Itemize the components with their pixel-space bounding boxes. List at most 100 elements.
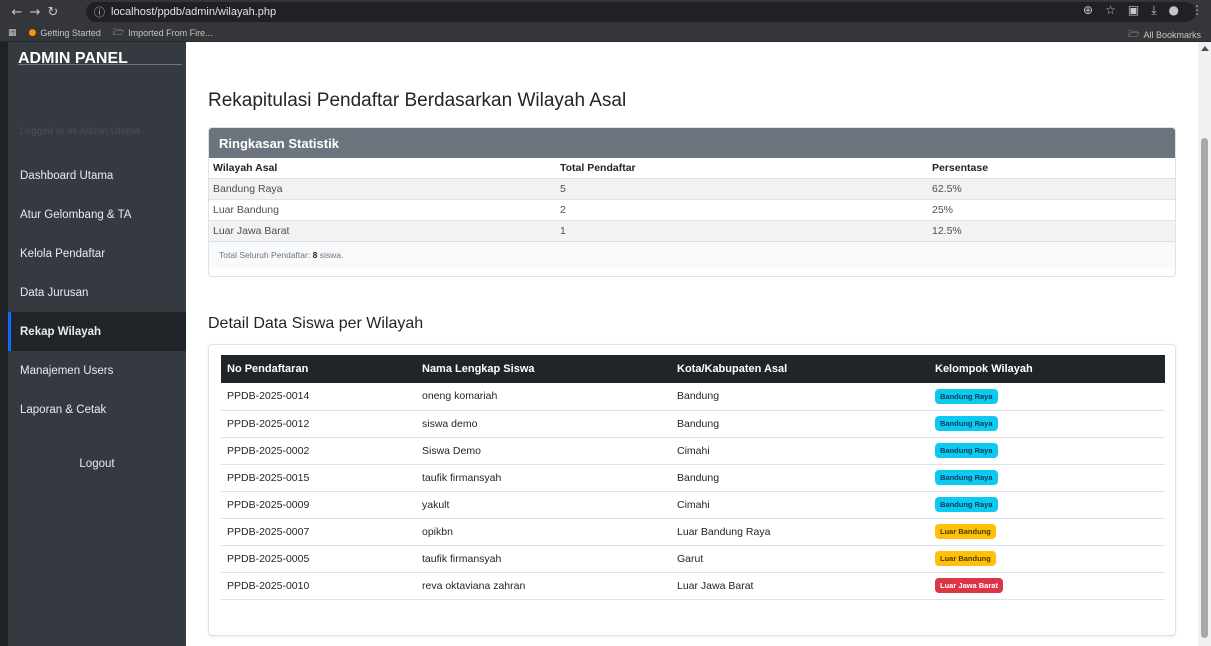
table-cell: PPDB-2025-0009 bbox=[221, 491, 416, 519]
scroll-thumb[interactable] bbox=[1201, 138, 1208, 638]
sidebar-tagline: Logged in as Admin Utama bbox=[20, 126, 141, 137]
summary-footer: Total Seluruh Pendaftar: 8 siswa. bbox=[209, 241, 1175, 268]
table-row: PPDB-2025-0014 oneng komariah Bandung Ba… bbox=[221, 383, 1165, 411]
table-cell: Luar Bandung bbox=[929, 518, 1165, 546]
table-row: Luar Bandung 2 25% bbox=[209, 199, 1175, 221]
all-bookmarks[interactable]: 🗁 All Bookmarks bbox=[1128, 27, 1201, 43]
table-row: PPDB-2025-0007 opikbn Luar Bandung Raya … bbox=[221, 518, 1165, 546]
table-cell: yakult bbox=[416, 491, 671, 519]
table-cell: PPDB-2025-0015 bbox=[221, 464, 416, 492]
table-cell: Luar Jawa Barat bbox=[929, 572, 1165, 600]
status-badge: Bandung Raya bbox=[935, 470, 998, 485]
bookmark-label: Imported From Fire... bbox=[128, 27, 213, 38]
table-cell: taufik firmansyah bbox=[416, 545, 671, 573]
firefox-icon: ● bbox=[28, 27, 37, 38]
sidebar-item-label: Laporan & Cetak bbox=[20, 403, 107, 416]
table-row: PPDB-2025-0010 reva oktaviana zahran Lua… bbox=[221, 572, 1165, 600]
address-bar[interactable]: ⓘ localhost/ppdb/admin/wilayah.php bbox=[86, 2, 1196, 22]
table-row: PPDB-2025-0002 Siswa Demo Cimahi Bandung… bbox=[221, 437, 1165, 465]
table-row: PPDB-2025-0005 taufik firmansyah Garut L… bbox=[221, 545, 1165, 573]
table-header-row: Wilayah Asal Total Pendaftar Persentase bbox=[209, 158, 1175, 179]
main-content: Rekapitulasi Pendaftar Berdasarkan Wilay… bbox=[186, 42, 1198, 646]
bookmarks-bar: ▦ ● Getting Started 🗁 Imported From Fire… bbox=[0, 24, 1211, 42]
table-cell: oneng komariah bbox=[416, 383, 671, 411]
star-icon[interactable]: ☆ bbox=[1105, 3, 1116, 18]
sidebar-item-label: Dashboard Utama bbox=[20, 169, 114, 182]
detail-title: Detail Data Siswa per Wilayah bbox=[208, 315, 424, 332]
summary-card-header: Ringkasan Statistik bbox=[209, 128, 1175, 158]
browser-toolbar: ← → ↻ ⓘ localhost/ppdb/admin/wilayah.php… bbox=[0, 0, 1211, 24]
download-icon[interactable]: ⤓ bbox=[1151, 3, 1156, 18]
table-cell: Bandung bbox=[671, 410, 929, 438]
bookmark-imported[interactable]: 🗁 Imported From Fire... bbox=[113, 25, 213, 41]
sidebar-item-label: Kelola Pendaftar bbox=[20, 247, 106, 260]
folder-icon: 🗁 bbox=[112, 27, 125, 38]
table-cell: Cimahi bbox=[671, 491, 929, 519]
table-cell: PPDB-2025-0012 bbox=[221, 410, 416, 438]
summary-table: Wilayah Asal Total Pendaftar Persentase … bbox=[209, 158, 1175, 242]
profile-icon[interactable]: ● bbox=[1169, 3, 1179, 18]
status-badge: Bandung Raya bbox=[935, 497, 998, 512]
table-row: Bandung Raya 5 62.5% bbox=[209, 178, 1175, 200]
scroll-up-icon[interactable] bbox=[1201, 46, 1209, 51]
extensions-icon[interactable]: ▣ bbox=[1128, 3, 1139, 18]
toolbar-actions: ⊕ ☆ ▣ ⤓ ● ⋮ bbox=[1083, 3, 1203, 18]
table-cell: Luar Bandung bbox=[929, 545, 1165, 573]
table-cell: Bandung bbox=[671, 464, 929, 492]
table-cell: Cimahi bbox=[671, 437, 929, 465]
zoom-icon[interactable]: ⊕ bbox=[1083, 3, 1093, 18]
sidebar-item-users[interactable]: Manajemen Users bbox=[8, 351, 186, 390]
table-cell: taufik firmansyah bbox=[416, 464, 671, 492]
table-row: PPDB-2025-0015 taufik firmansyah Bandung… bbox=[221, 464, 1165, 492]
url-text: localhost/ppdb/admin/wilayah.php bbox=[111, 6, 277, 18]
sidebar-item-gelombang[interactable]: Atur Gelombang & TA bbox=[8, 195, 186, 234]
bookmark-getting-started[interactable]: ● Getting Started bbox=[29, 28, 101, 38]
sidebar-item-label: Manajemen Users bbox=[20, 364, 114, 377]
sidebar: Logged in as Admin Utama Dashboard Utama… bbox=[8, 64, 186, 646]
status-badge: Bandung Raya bbox=[935, 388, 998, 404]
table-cell: PPDB-2025-0014 bbox=[221, 383, 416, 411]
brand-title: ADMIN PANEL bbox=[18, 50, 128, 67]
sidebar-item-jurusan[interactable]: Data Jurusan bbox=[8, 273, 186, 312]
table-cell: Bandung Raya bbox=[929, 410, 1165, 438]
summary-card: Ringkasan Statistik Wilayah Asal Total P… bbox=[208, 127, 1176, 277]
table-cell: reva oktaviana zahran bbox=[416, 572, 671, 600]
sidebar-item-pendaftar[interactable]: Kelola Pendaftar bbox=[8, 234, 186, 273]
column-header: Kelompok Wilayah bbox=[929, 355, 1165, 383]
sidebar-item-label: Data Jurusan bbox=[20, 286, 89, 299]
all-bookmarks-label: All Bookmarks bbox=[1143, 30, 1201, 40]
table-cell: Bandung Raya bbox=[209, 178, 556, 200]
column-header: Kota/Kabupaten Asal bbox=[671, 355, 929, 383]
sidebar-item-rekap-wilayah[interactable]: Rekap Wilayah bbox=[8, 312, 186, 351]
column-header: No Pendaftaran bbox=[221, 355, 416, 383]
table-cell: 25% bbox=[928, 199, 1175, 221]
sidebar-item-dashboard[interactable]: Dashboard Utama bbox=[8, 156, 186, 195]
table-cell: PPDB-2025-0005 bbox=[221, 545, 416, 573]
back-icon[interactable]: ← bbox=[8, 5, 26, 20]
column-header: Nama Lengkap Siswa bbox=[416, 355, 671, 383]
table-header-row: No Pendaftaran Nama Lengkap Siswa Kota/K… bbox=[221, 355, 1165, 383]
status-badge: Bandung Raya bbox=[935, 416, 998, 431]
page-scrollbar[interactable] bbox=[1198, 42, 1211, 646]
table-cell: PPDB-2025-0007 bbox=[221, 518, 416, 546]
sidebar-item-label: Rekap Wilayah bbox=[20, 325, 102, 338]
column-header: Total Pendaftar bbox=[556, 158, 928, 179]
table-cell: Siswa Demo bbox=[416, 437, 671, 465]
sidebar-item-label: Atur Gelombang & TA bbox=[20, 208, 132, 221]
table-cell: 12.5% bbox=[928, 220, 1175, 242]
detail-card: No Pendaftaran Nama Lengkap Siswa Kota/K… bbox=[208, 344, 1176, 636]
bookmark-label: Getting Started bbox=[40, 27, 101, 38]
site-info-icon[interactable]: ⓘ bbox=[94, 4, 105, 20]
logout-link[interactable]: Logout bbox=[8, 458, 186, 470]
reload-icon[interactable]: ↻ bbox=[44, 5, 62, 20]
menu-icon[interactable]: ⋮ bbox=[1191, 3, 1203, 18]
apps-icon[interactable]: ▦ bbox=[8, 28, 17, 38]
table-cell: Bandung Raya bbox=[929, 464, 1165, 492]
forward-icon[interactable]: → bbox=[26, 5, 44, 20]
sidebar-item-laporan[interactable]: Laporan & Cetak bbox=[8, 390, 186, 429]
table-cell: Garut bbox=[671, 545, 929, 573]
column-header: Wilayah Asal bbox=[209, 158, 556, 179]
table-cell: Luar Bandung bbox=[209, 199, 556, 221]
status-badge: Bandung Raya bbox=[935, 443, 998, 458]
table-cell: Luar Jawa Barat bbox=[209, 220, 556, 242]
